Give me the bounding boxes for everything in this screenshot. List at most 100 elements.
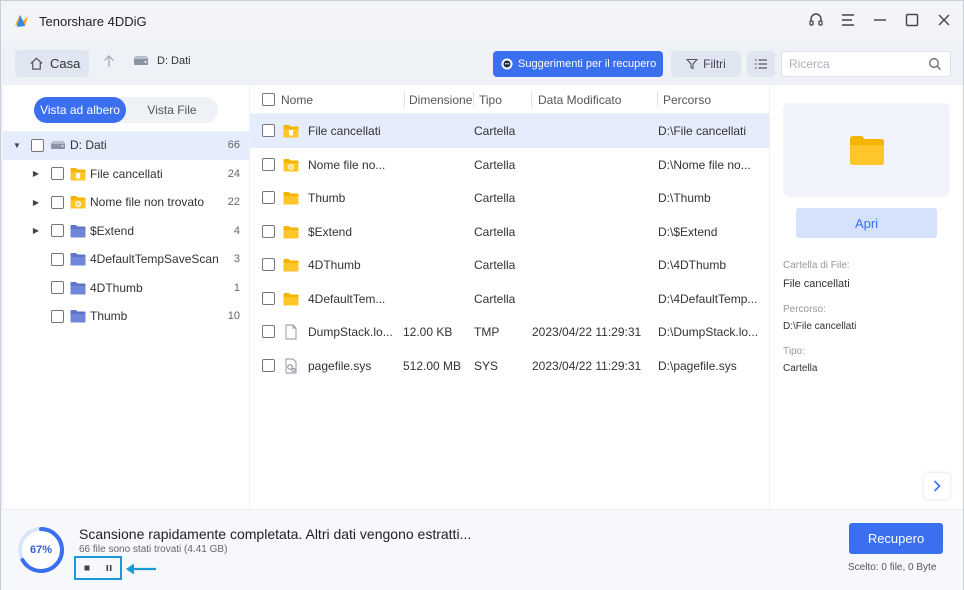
caret-right-icon[interactable]: ▶ — [31, 226, 41, 235]
tree-item-label: 4DThumb — [90, 280, 143, 295]
tree-item-checkbox[interactable] — [51, 309, 64, 323]
search-icon[interactable] — [928, 57, 942, 71]
up-arrow-icon[interactable] — [103, 54, 115, 71]
tree-item-checkbox[interactable] — [51, 252, 64, 266]
caret-right-icon[interactable]: ▶ — [31, 169, 41, 178]
column-path[interactable]: Percorso — [663, 93, 711, 107]
folder-icon — [283, 292, 299, 305]
row-checkbox[interactable] — [262, 157, 275, 171]
drive-icon — [134, 56, 148, 65]
cell-name: pagefile.sys — [308, 358, 372, 373]
list-view-button[interactable] — [747, 51, 775, 77]
cell-type: Cartella — [474, 124, 516, 138]
cell-type: SYS — [474, 358, 499, 373]
search-box[interactable] — [781, 51, 951, 77]
tree-item[interactable]: ▶ File cancellati 24 — [3, 160, 249, 189]
folder-icon — [70, 310, 86, 323]
filter-label: Filtri — [703, 57, 726, 71]
row-checkbox[interactable] — [262, 325, 275, 338]
row-checkbox[interactable] — [262, 191, 275, 204]
column-divider[interactable] — [404, 91, 405, 107]
row-checkbox[interactable] — [262, 291, 275, 305]
column-divider[interactable] — [473, 91, 474, 107]
tree-item[interactable]: Thumb 10 — [3, 302, 249, 331]
headset-icon[interactable] — [807, 11, 825, 29]
row-checkbox[interactable] — [262, 258, 275, 271]
column-divider[interactable] — [657, 91, 658, 107]
path-info-value: D:\File cancellati — [783, 321, 857, 332]
tree-item-checkbox[interactable] — [51, 195, 64, 209]
path-info-label: Percorso: — [783, 304, 826, 315]
table-row[interactable]: 4DefaultTem... Cartella D:\4DefaultTemp... — [250, 282, 769, 316]
recovery-tips-button[interactable]: Suggerimenti per il recupero — [493, 51, 663, 77]
column-modified[interactable]: Data Modificato — [538, 93, 621, 107]
tree-item-checkbox[interactable] — [31, 138, 44, 152]
open-button[interactable]: Apri — [796, 208, 937, 238]
filter-button[interactable]: Filtri — [671, 51, 741, 77]
search-input[interactable] — [789, 52, 919, 76]
tree-item-checkbox[interactable] — [51, 167, 64, 181]
column-size[interactable]: Dimensione — [409, 93, 472, 107]
filter-icon — [686, 58, 699, 70]
scan-status-message: Scansione rapidamente completata. Altri … — [79, 526, 472, 542]
tree-item-checkbox[interactable] — [51, 224, 64, 238]
cell-path: D:\4DefaultTemp... — [658, 291, 758, 306]
table-row[interactable]: Thumb Cartella D:\Thumb — [250, 181, 769, 215]
caret-right-icon[interactable]: ▶ — [31, 198, 41, 207]
tree-item[interactable]: ▶ Nome file non trovato 22 — [3, 188, 249, 217]
table-row[interactable]: Nome file no... Cartella D:\Nome file no..… — [250, 148, 769, 182]
maximize-icon[interactable] — [903, 11, 921, 29]
column-divider[interactable] — [531, 91, 532, 107]
recover-button[interactable]: Recupero — [849, 523, 943, 554]
cell-name: $Extend — [308, 224, 353, 239]
column-name[interactable]: Nome — [281, 93, 313, 107]
tree-item-checkbox[interactable] — [51, 281, 64, 295]
folder-info-label: Cartella di File: — [783, 260, 850, 271]
select-all-checkbox[interactable] — [262, 93, 275, 106]
row-checkbox[interactable] — [262, 358, 275, 372]
cell-path: D:\pagefile.sys — [658, 358, 737, 373]
menu-icon[interactable] — [839, 11, 857, 29]
cell-type: Cartella — [474, 191, 516, 205]
next-arrow-button[interactable] — [924, 473, 950, 499]
file-view-tab[interactable]: Vista File — [126, 97, 218, 123]
table-row[interactable]: DumpStack.lo... 12.00 KB TMP 2023/04/22 11:… — [250, 315, 769, 349]
tree-item-label: D: Dati — [70, 138, 107, 153]
table-header: Nome Dimensione Tipo Data Modificato Per… — [250, 85, 769, 114]
table-row[interactable]: $Extend Cartella D:\$Extend — [250, 215, 769, 249]
tree-item[interactable]: 4DThumb 1 — [3, 274, 249, 303]
recovery-tips-label: Suggerimenti per il recupero — [518, 58, 657, 70]
minimize-icon[interactable] — [871, 11, 889, 29]
pause-button[interactable] — [102, 561, 116, 575]
home-button[interactable]: Casa — [15, 50, 89, 77]
stop-button[interactable] — [80, 561, 94, 575]
files-found-count: 66 file sono stati trovati (4.41 GB) — [79, 544, 228, 555]
stop-icon — [84, 565, 90, 571]
type-info-label: Tipo: — [783, 346, 805, 357]
view-toggle: Vista ad albero Vista File — [34, 97, 218, 123]
breadcrumb[interactable]: D: Dati — [133, 55, 191, 67]
row-checkbox[interactable] — [262, 124, 275, 137]
table-row[interactable]: 4DThumb Cartella D:\4DThumb — [250, 248, 769, 282]
table-row[interactable]: pagefile.sys 512.00 MB SYS 2023/04/22 11:29… — [250, 349, 769, 383]
folder-info-value: File cancellati — [783, 278, 850, 290]
tree-item-count: 66 — [227, 139, 240, 152]
cell-modified: 2023/04/22 11:29:31 — [532, 358, 642, 373]
table-row[interactable]: File cancellati Cartella D:\File cancellat… — [250, 114, 769, 148]
tree-item[interactable]: 4DefaultTempSaveScan 3 — [3, 245, 249, 274]
tree-item[interactable]: ▼ D: Dati 66 — [3, 131, 249, 160]
tree-item[interactable]: ▶ $Extend 4 — [3, 217, 249, 246]
system-file-icon — [285, 358, 297, 373]
tree-view-tab[interactable]: Vista ad albero — [34, 97, 126, 123]
column-type[interactable]: Tipo — [479, 93, 502, 107]
cell-path: D:\4DThumb — [658, 258, 727, 272]
tree-item-count: 3 — [233, 253, 240, 266]
cell-name: 4DThumb — [308, 258, 361, 272]
caret-down-icon[interactable]: ▼ — [12, 141, 22, 150]
file-table: Nome Dimensione Tipo Data Modificato Per… — [250, 85, 769, 509]
type-info-value: Cartella — [783, 363, 818, 374]
folder-icon — [70, 253, 86, 266]
breadcrumb-drive: D: Dati — [157, 55, 191, 67]
close-icon[interactable] — [935, 11, 953, 29]
row-checkbox[interactable] — [262, 224, 275, 238]
